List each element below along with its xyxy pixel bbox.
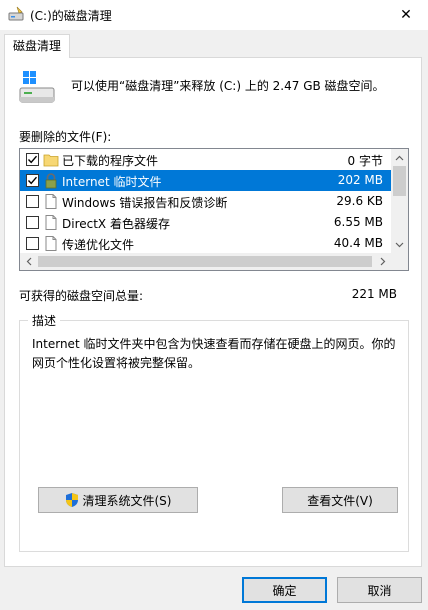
tab-disk-cleanup[interactable]: 磁盘清理 <box>4 34 70 58</box>
description-text: Internet 临时文件夹中包含为快速查看而存储在硬盘上的网页。你的网页个性化… <box>32 337 396 370</box>
description-legend: 描述 <box>28 312 61 329</box>
checkbox[interactable] <box>26 195 39 208</box>
checkbox[interactable] <box>26 153 39 166</box>
tab-panel: 可以使用“磁盘清理”来释放 (C:) 上的 2.47 GB 磁盘空间。 要删除的… <box>4 57 422 567</box>
document-icon <box>43 214 59 231</box>
uac-shield-icon <box>65 492 79 508</box>
list-item[interactable]: 已下载的程序文件 0 字节 <box>20 149 391 170</box>
summary-text: 可以使用“磁盘清理”来释放 (C:) 上的 2.47 GB 磁盘空间。 <box>71 79 385 93</box>
title-bar: (C:)的磁盘清理 ✕ <box>0 0 428 30</box>
cleanup-system-files-button[interactable]: 清理系统文件(S) <box>38 487 198 513</box>
scroll-up-arrow-icon[interactable] <box>391 149 408 166</box>
files-list-rows: 已下载的程序文件 0 字节 Internet 临时文件 202 MB Windo… <box>20 149 391 254</box>
cancel-button[interactable]: 取消 <box>337 577 422 603</box>
document-icon <box>43 193 59 210</box>
cleanup-system-files-label: 清理系统文件(S) <box>82 493 172 508</box>
file-name: DirectX 着色器缓存 <box>62 217 170 231</box>
file-size: 40.4 MB <box>333 236 383 250</box>
vertical-scrollbar[interactable] <box>391 149 408 253</box>
scrollbar-corner <box>391 253 408 270</box>
checkbox[interactable] <box>26 174 39 187</box>
file-size: 6.55 MB <box>333 215 383 229</box>
list-item[interactable]: 传递优化文件 40.4 MB <box>20 233 391 254</box>
total-gain-label: 可获得的磁盘空间总量: <box>19 289 144 303</box>
window-title: (C:)的磁盘清理 <box>30 9 112 23</box>
view-files-button[interactable]: 查看文件(V) <box>282 487 398 513</box>
file-name: Internet 临时文件 <box>62 175 162 189</box>
lock-icon <box>43 172 59 189</box>
checkbox[interactable] <box>26 237 39 250</box>
files-to-delete-label: 要删除的文件(F): <box>19 130 112 144</box>
ok-button[interactable]: 确定 <box>242 577 327 603</box>
list-item[interactable]: Internet 临时文件 202 MB <box>20 170 391 191</box>
file-size: 202 MB <box>337 173 383 187</box>
files-list[interactable]: 已下载的程序文件 0 字节 Internet 临时文件 202 MB Windo… <box>19 148 409 271</box>
close-icon: ✕ <box>400 7 412 23</box>
scroll-down-arrow-icon[interactable] <box>391 236 408 253</box>
file-size: 29.6 KB <box>336 194 383 208</box>
folder-icon <box>43 151 59 168</box>
close-button[interactable]: ✕ <box>384 0 428 30</box>
total-gain-value: 221 MB <box>351 287 397 301</box>
horizontal-scroll-thumb[interactable] <box>38 256 372 267</box>
file-name: 已下载的程序文件 <box>62 154 159 168</box>
scroll-left-arrow-icon[interactable] <box>20 253 37 270</box>
file-name: 传递优化文件 <box>62 238 135 252</box>
list-item[interactable]: DirectX 着色器缓存 6.55 MB <box>20 212 391 233</box>
list-item[interactable]: Windows 错误报告和反馈诊断 29.6 KB <box>20 191 391 212</box>
drive-icon <box>19 70 57 109</box>
horizontal-scrollbar[interactable] <box>20 253 391 270</box>
checkbox[interactable] <box>26 216 39 229</box>
file-name: Windows 错误报告和反馈诊断 <box>62 196 228 210</box>
description-groupbox: 描述 Internet 临时文件夹中包含为快速查看而存储在硬盘上的网页。你的网页… <box>19 312 409 552</box>
scroll-right-arrow-icon[interactable] <box>374 253 391 270</box>
file-size: 0 字节 <box>347 154 383 168</box>
vertical-scroll-thumb[interactable] <box>393 166 406 196</box>
document-icon <box>43 235 59 252</box>
disk-cleanup-icon <box>8 6 24 25</box>
